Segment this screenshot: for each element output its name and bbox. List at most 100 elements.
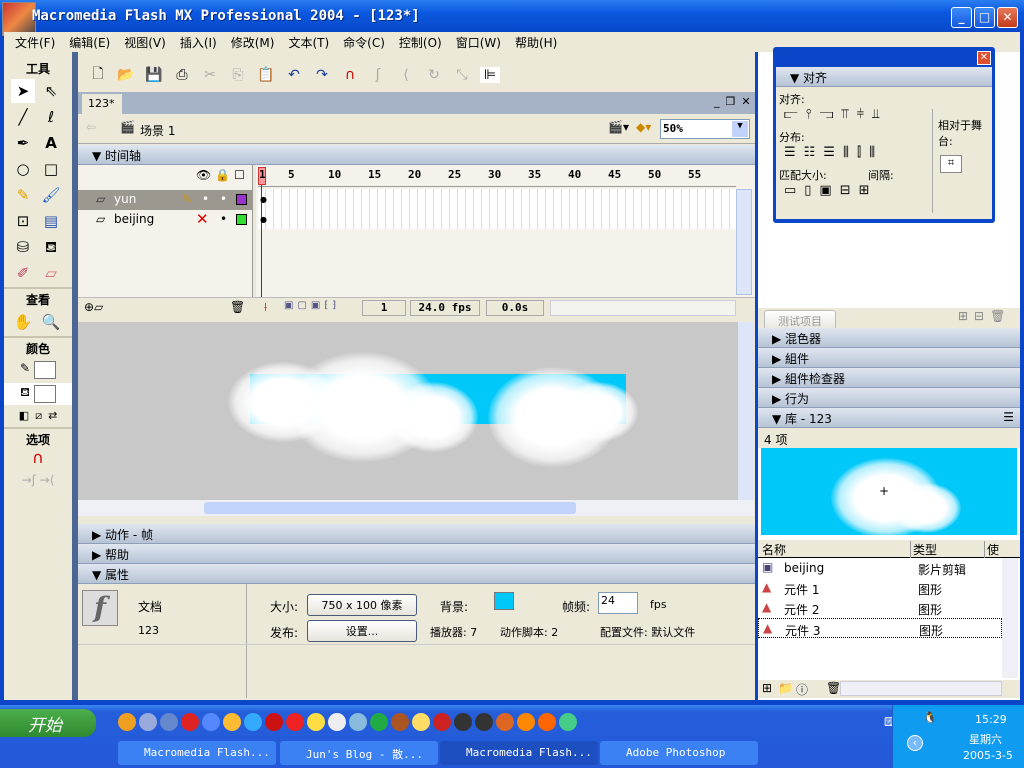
align-buttons[interactable]: ⫍⫯⫎⫪⫩⫫ (784, 107, 887, 122)
eraser-icon[interactable]: ▱ (39, 261, 63, 285)
redo-icon[interactable]: ↷ (312, 67, 332, 83)
project-icons[interactable]: ⊞⊟🗑 (958, 309, 1011, 323)
components-panel-header[interactable]: ▶ 組件 (758, 348, 1020, 368)
quicklaunch-icon[interactable] (328, 713, 346, 731)
ink-bottle-icon[interactable]: ⛁ (11, 235, 35, 259)
properties-info-icon[interactable]: ⓘ (796, 681, 808, 698)
quicklaunch-icon[interactable] (139, 713, 157, 731)
keyframe-dot[interactable]: ● (260, 195, 267, 204)
keyframe-dot[interactable]: ● (260, 215, 267, 224)
layer-row-beijing[interactable]: ▱ beijing ✕ • (78, 210, 252, 230)
menu-control[interactable]: 控制(O) (394, 32, 447, 52)
library-vscrollbar[interactable] (1002, 558, 1018, 678)
snap-magnet-icon[interactable]: ∩ (4, 448, 72, 467)
undo-icon[interactable]: ↶ (284, 67, 304, 83)
line-tool-icon[interactable]: ╱ (11, 105, 35, 129)
menu-file[interactable]: 文件(F) (10, 32, 60, 52)
timeline-hscrollbar[interactable] (550, 300, 736, 316)
arrow-tool-icon[interactable]: ➤ (11, 79, 35, 103)
behaviors-panel-header[interactable]: ▶ 行为 (758, 388, 1020, 408)
quicklaunch-icon[interactable] (412, 713, 430, 731)
qq-icon[interactable] (454, 713, 472, 731)
rectangle-tool-icon[interactable]: □ (39, 157, 63, 181)
oval-tool-icon[interactable]: ○ (11, 157, 35, 181)
save-icon[interactable]: 💾 (144, 67, 164, 83)
excel-icon[interactable] (370, 713, 388, 731)
qq-icon[interactable] (475, 713, 493, 731)
quicklaunch-icon[interactable] (496, 713, 514, 731)
add-layer-icon[interactable]: ⊕▱ (84, 300, 103, 314)
quicklaunch-icon[interactable] (349, 713, 367, 731)
library-item[interactable]: ▲ 元件 1 图形 (758, 578, 1002, 598)
doc-window-controls-icon[interactable]: _❐✕ (714, 95, 757, 108)
actions-panel-header[interactable]: ▶ 动作 - 帧 (78, 524, 755, 544)
pen-tool-icon[interactable]: ✒ (11, 131, 35, 155)
flash-icon[interactable] (265, 713, 283, 731)
paste-icon[interactable]: 📋 (256, 67, 276, 83)
library-item[interactable]: ▣ beijing 影片剪辑 (758, 558, 1002, 578)
ie-icon[interactable] (244, 713, 262, 731)
eye-lock-outline-icons[interactable]: 👁🔒☐ (196, 168, 249, 182)
timeline-splitter[interactable] (252, 165, 256, 318)
column-name[interactable]: 名称 (762, 541, 786, 558)
layer-color-swatch[interactable] (236, 214, 247, 225)
background-color-swatch[interactable] (494, 592, 514, 610)
library-item[interactable]: ▲ 元件 2 图形 (758, 598, 1002, 618)
quicklaunch-icon[interactable] (160, 713, 178, 731)
column-usage[interactable]: 使 (984, 541, 999, 558)
eyedropper-icon[interactable]: ✐ (11, 261, 35, 285)
free-transform-icon[interactable]: ⊡ (11, 209, 35, 233)
library-hscrollbar[interactable] (840, 681, 1002, 696)
taskbar-item-blog[interactable]: Jun's Blog - 散... (280, 741, 438, 765)
cloud-shape[interactable] (388, 382, 478, 452)
cloud-shape[interactable] (558, 382, 638, 442)
zoom-tool-icon[interactable]: 🔍 (39, 310, 63, 334)
zoom-select[interactable]: 50% ▼ (660, 119, 750, 139)
pencil-tool-icon[interactable]: ✎ (11, 183, 35, 207)
layer-row-yun[interactable]: ▱ yun ✎ • • (78, 190, 252, 210)
winrar-icon[interactable] (391, 713, 409, 731)
stage-hscrollbar[interactable] (78, 500, 754, 516)
onion-skin-icons[interactable]: ▣▢▣⁅⁆ (284, 300, 340, 311)
taskbar-item-flash-1[interactable]: Macromedia Flash... (118, 741, 276, 765)
quicklaunch-icon[interactable] (433, 713, 451, 731)
edit-symbol-icon[interactable]: ◆▾ (636, 120, 651, 134)
minimize-button[interactable]: _ (951, 7, 972, 28)
menu-insert[interactable]: 插入(I) (175, 32, 222, 52)
stroke-color-swatch[interactable] (34, 361, 57, 379)
match-space-buttons[interactable]: ▭▯▣⊟⊞ (784, 183, 878, 198)
component-inspector-header[interactable]: ▶ 組件检查器 (758, 368, 1020, 388)
hand-tool-icon[interactable]: ✋ (11, 310, 35, 334)
menu-help[interactable]: 帮助(H) (510, 32, 562, 52)
taskbar-item-flash-2[interactable]: Macromedia Flash... (440, 741, 598, 765)
center-frame-icon[interactable]: ⟊ (264, 300, 267, 315)
frame-rate[interactable]: 24.0 fps (410, 300, 480, 316)
distribute-buttons[interactable]: ☰☷☰⫼⫿⫼ (784, 145, 883, 160)
timeline-header[interactable]: ▼ 时间轴 (78, 145, 755, 165)
print-icon[interactable]: ⎙ (172, 67, 192, 83)
quicklaunch-icon[interactable] (559, 713, 577, 731)
publish-settings-button[interactable]: 设置... (307, 620, 417, 642)
snap-icon[interactable]: ∩ (340, 67, 360, 83)
document-tab[interactable]: 123* (82, 94, 122, 114)
brush-tool-icon[interactable]: 🖌 (39, 183, 63, 207)
menu-view[interactable]: 视图(V) (119, 32, 171, 52)
frame-grid[interactable]: 1 5 10 15 20 25 30 35 40 45 50 55 ● ● (258, 165, 736, 297)
timeline-vscrollbar[interactable] (736, 189, 752, 295)
menu-text[interactable]: 文本(T) (283, 32, 334, 52)
new-symbol-icon[interactable]: ⊞ (762, 681, 772, 695)
open-file-icon[interactable]: 📂 (116, 67, 136, 83)
taskbar-item-photoshop[interactable]: Adobe Photoshop (600, 741, 758, 765)
to-stage-toggle[interactable]: ⌗ (940, 155, 962, 173)
library-item-selected[interactable]: ▲ 元件 3 图形 (758, 618, 1002, 638)
stage-area[interactable] (78, 322, 738, 500)
close-icon[interactable]: ✕ (977, 51, 991, 65)
new-folder-icon[interactable]: 📁 (778, 681, 793, 695)
lasso-tool-icon[interactable]: ℓ (39, 105, 63, 129)
column-type[interactable]: 类型 (910, 541, 937, 558)
quicklaunch-icon[interactable] (307, 713, 325, 731)
lock-dot[interactable]: • (220, 192, 227, 206)
fill-transform-icon[interactable]: ▤ (39, 209, 63, 233)
show-hidden-icons-button[interactable]: ‹ (907, 735, 923, 751)
maximize-button[interactable]: □ (974, 7, 995, 28)
